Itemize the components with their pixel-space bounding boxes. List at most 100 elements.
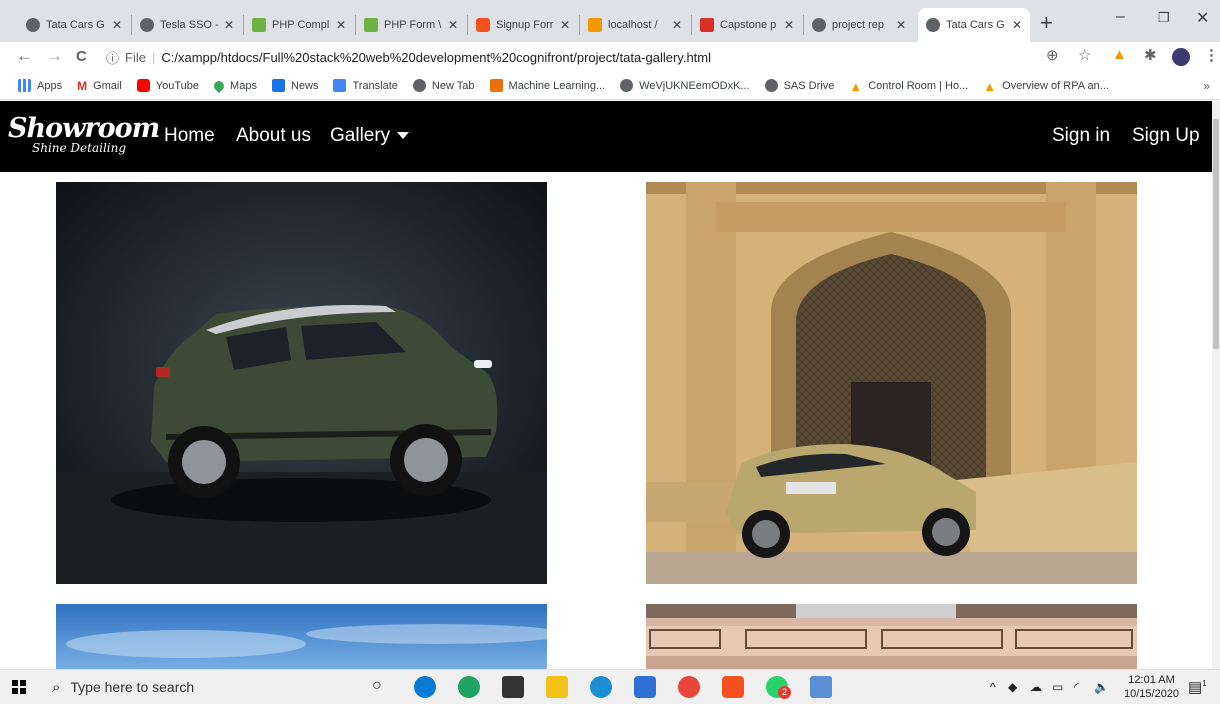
info-icon[interactable]: ⓘ — [106, 48, 119, 67]
xampp-icon[interactable] — [722, 676, 744, 698]
windows-start-button[interactable] — [12, 680, 26, 694]
browser-tab[interactable]: project rep ✕ — [804, 8, 914, 42]
close-icon[interactable]: ✕ — [672, 18, 682, 32]
globe-icon — [812, 18, 826, 32]
start-tile — [20, 680, 26, 686]
address-bar[interactable]: ⓘ File | C:/xampp/htdocs/Full%20stack%20… — [106, 44, 1086, 70]
bookmark-star-icon[interactable]: ☆ — [1078, 46, 1091, 64]
logo-tagline: Shine Detailing — [32, 141, 127, 155]
address-divider: | — [151, 49, 156, 65]
nav-home-link[interactable]: Home — [164, 125, 215, 147]
cortana-app-icon[interactable] — [590, 676, 612, 698]
edge-icon[interactable] — [414, 676, 436, 698]
forward-button[interactable]: → — [46, 46, 63, 66]
browser-toolbar: ← → C ⓘ File | C:/xampp/htdocs/Full%20st… — [0, 42, 1220, 72]
gmail-icon: M — [77, 79, 88, 93]
nav-signin-link[interactable]: Sign in — [1052, 125, 1110, 147]
browser-tab-active[interactable]: Tata Cars G ✕ — [918, 8, 1030, 42]
store-icon[interactable] — [502, 676, 524, 698]
browser-tab[interactable]: localhost / ✕ — [580, 8, 690, 42]
app-icon[interactable] — [634, 676, 656, 698]
menu-kebab-icon[interactable]: ⋮ — [1204, 46, 1219, 64]
phpmyadmin-icon — [588, 18, 602, 32]
browser-tab[interactable]: Tata Cars G ✕ — [18, 8, 130, 42]
bookmarks-overflow-button[interactable]: » — [1203, 79, 1210, 93]
browser-tab[interactable]: PHP Compl ✕ — [244, 8, 354, 42]
gallery-image-building[interactable] — [646, 604, 1137, 669]
close-icon[interactable]: ✕ — [112, 18, 122, 32]
gallery-image-altroz[interactable] — [646, 182, 1137, 584]
bookmark-overview-rpa[interactable]: ▲ Overview of RPA an... — [983, 79, 1109, 94]
browser-tab[interactable]: Signup Forr ✕ — [468, 8, 578, 42]
tray-expand-icon[interactable]: ^ — [990, 680, 996, 694]
bookmark-label: SAS Drive — [783, 79, 835, 92]
maximize-button[interactable]: ❐ — [1158, 10, 1170, 26]
volume-icon[interactable]: 🔈 — [1094, 680, 1109, 694]
gallery-image-nexon[interactable] — [56, 182, 547, 584]
bookmark-youtube[interactable]: YouTube — [136, 79, 199, 92]
whatsapp-icon[interactable]: 2 — [766, 676, 791, 699]
bookmark-translate[interactable]: Translate — [333, 79, 398, 92]
site-navbar: Showroom Shine Detailing Home About us G… — [0, 101, 1212, 172]
clock-date: 10/15/2020 — [1124, 688, 1180, 700]
nav-gallery-dropdown[interactable]: Gallery — [330, 125, 410, 147]
close-icon[interactable]: ✕ — [784, 18, 794, 32]
close-icon[interactable]: ✕ — [224, 18, 234, 32]
editor-icon[interactable] — [810, 676, 832, 698]
close-icon[interactable]: ✕ — [1012, 18, 1022, 32]
bookmark-label: Overview of RPA an... — [1002, 79, 1109, 92]
close-icon[interactable]: ✕ — [896, 18, 906, 32]
automation-extension-icon[interactable]: ▲ — [1112, 46, 1127, 63]
bookmark-maps[interactable]: Maps — [211, 78, 257, 93]
back-button[interactable]: ← — [16, 46, 33, 66]
zoom-icon[interactable]: ⊕ — [1046, 46, 1059, 64]
nav-about-link[interactable]: About us — [236, 125, 311, 147]
system-clock[interactable]: 12:01 AM 10/15/2020 — [1124, 673, 1179, 701]
bookmark-sas-drive[interactable]: SAS Drive — [764, 79, 835, 92]
nav-signup-link[interactable]: Sign Up — [1132, 125, 1200, 147]
gallery-image-sky[interactable] — [56, 604, 547, 669]
app-icon[interactable] — [458, 676, 480, 698]
url-text[interactable]: C:/xampp/htdocs/Full%20stack%20web%20dev… — [161, 50, 711, 65]
taskbar-search-box[interactable]: ⌕ Type here to search — [48, 670, 354, 704]
tray-app-icon[interactable]: ◆ — [1008, 680, 1017, 694]
bookmark-new-tab[interactable]: New Tab — [412, 79, 475, 92]
bookmark-label: Machine Learning... — [508, 79, 606, 92]
close-icon[interactable]: ✕ — [336, 18, 346, 32]
wifi-icon[interactable]: ◜ — [1074, 680, 1079, 694]
scrollbar-thumb[interactable] — [1213, 119, 1219, 349]
bookmark-apps[interactable]: Apps — [18, 79, 62, 92]
file-explorer-icon[interactable] — [546, 676, 568, 698]
browser-tab[interactable]: Capstone p ✕ — [692, 8, 802, 42]
bookmark-control-room[interactable]: ▲ Control Room | Ho... — [849, 79, 968, 94]
caret-down-icon — [397, 132, 410, 140]
bookmark-wevj[interactable]: WeVjUKNEemODxK... — [620, 79, 750, 92]
nav-gallery-label: Gallery — [330, 125, 391, 146]
site-logo[interactable]: Showroom Shine Detailing — [6, 107, 160, 165]
globe-icon — [140, 18, 154, 32]
start-tile — [12, 688, 18, 694]
gallery-grid — [0, 172, 1212, 669]
battery-icon[interactable]: ▭ — [1052, 680, 1063, 694]
automation-icon: ▲ — [849, 79, 863, 94]
bookmark-gmail[interactable]: M Gmail — [77, 79, 122, 93]
reload-button[interactable]: C — [76, 48, 87, 65]
bookmark-machine-learning[interactable]: Machine Learning... — [489, 79, 606, 92]
close-icon[interactable]: ✕ — [560, 18, 570, 32]
page-scrollbar[interactable] — [1212, 101, 1220, 669]
browser-tab[interactable]: Tesla SSO - ✕ — [132, 8, 242, 42]
new-tab-button[interactable]: + — [1040, 10, 1053, 36]
close-icon[interactable]: ✕ — [448, 18, 458, 32]
extensions-puzzle-icon[interactable]: ✱ — [1144, 46, 1157, 64]
translate-icon — [333, 79, 347, 92]
profile-avatar[interactable] — [1172, 48, 1190, 66]
cortana-icon[interactable]: ○ — [372, 677, 382, 695]
chrome-icon[interactable] — [678, 676, 700, 698]
notification-center-icon[interactable]: ▤1 — [1188, 678, 1207, 696]
minimize-button[interactable]: – — [1116, 8, 1125, 26]
bookmark-news[interactable]: News — [271, 79, 318, 92]
start-tile — [12, 680, 18, 686]
window-close-button[interactable]: ✕ — [1196, 8, 1209, 28]
onedrive-icon[interactable]: ☁ — [1030, 680, 1042, 694]
browser-tab[interactable]: PHP Form \ ✕ — [356, 8, 466, 42]
